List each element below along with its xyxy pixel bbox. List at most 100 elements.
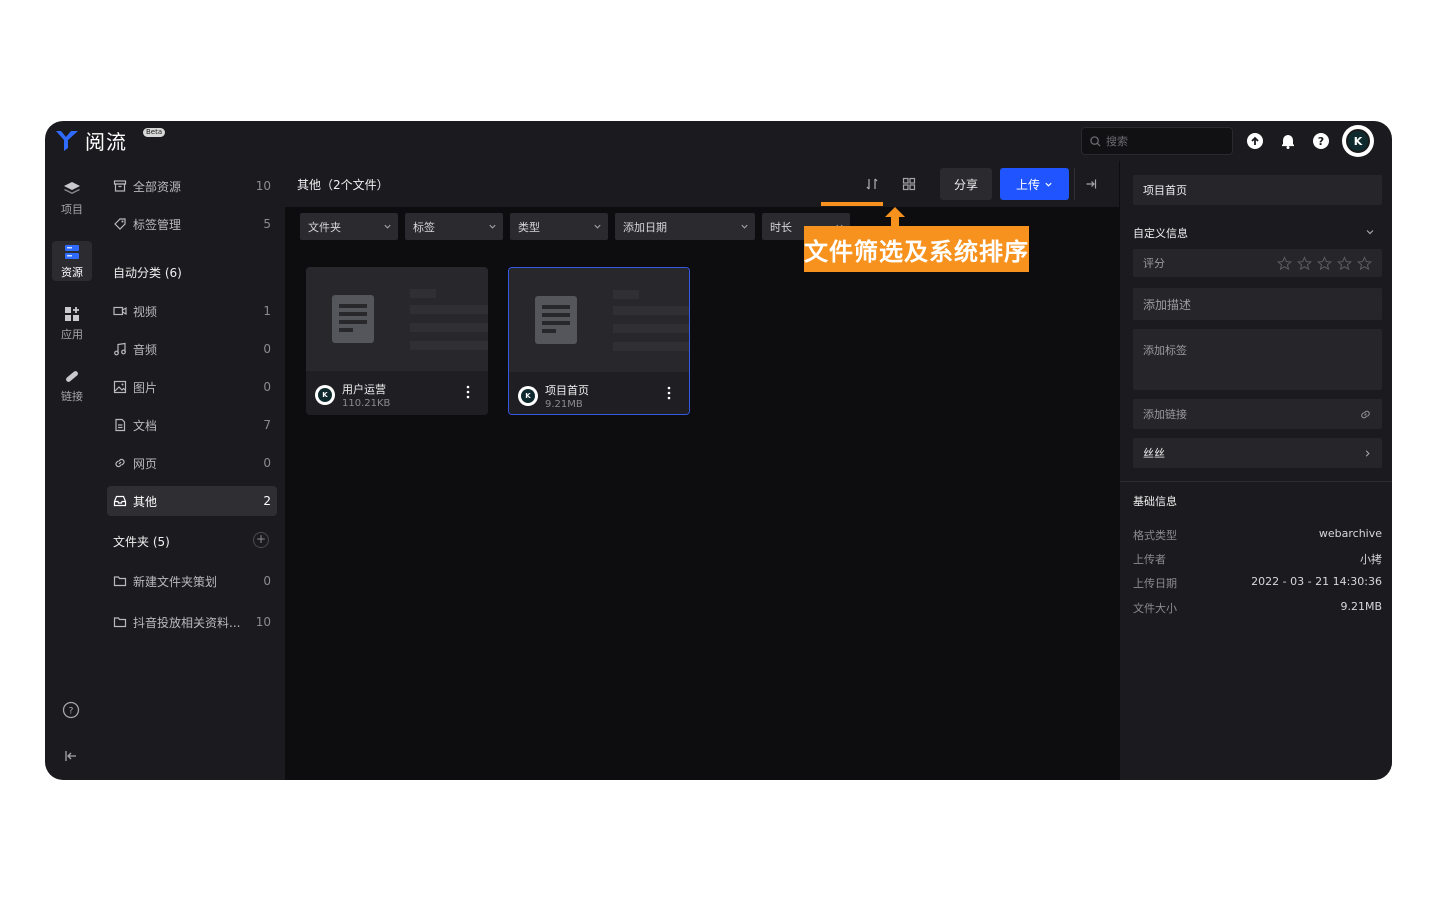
music-icon bbox=[114, 342, 126, 356]
chevron-down-icon[interactable] bbox=[1365, 227, 1375, 237]
beta-badge: Beta bbox=[143, 128, 166, 137]
sidebar-item-all-resources[interactable]: 全部资源 10 bbox=[107, 171, 277, 201]
video-icon bbox=[113, 306, 127, 316]
star-icon[interactable] bbox=[1357, 255, 1372, 271]
help-outline-icon[interactable]: ? bbox=[62, 701, 80, 719]
filter-tag[interactable]: 标签 bbox=[405, 213, 503, 240]
file-name: 项目首页 bbox=[545, 384, 589, 397]
filter-date-added[interactable]: 添加日期 bbox=[615, 213, 755, 240]
file-card[interactable]: K 项目首页 9.21MB bbox=[508, 267, 690, 415]
file-card[interactable]: K 用户运营 110.21KB bbox=[306, 267, 488, 415]
star-icon[interactable] bbox=[1317, 255, 1332, 271]
avatar-letter: K bbox=[318, 388, 332, 402]
info-row-uploader: 上传者 小拷 bbox=[1133, 551, 1382, 567]
rating-stars[interactable] bbox=[1277, 255, 1372, 271]
filter-folder[interactable]: 文件夹 bbox=[300, 213, 398, 240]
sidebar-item-folder[interactable]: 抖音投放相关资料... 10 bbox=[107, 607, 277, 637]
rail-item-resource[interactable]: 资源 bbox=[52, 241, 92, 281]
sort-icon[interactable] bbox=[865, 177, 879, 191]
uploader-avatar: K bbox=[315, 385, 335, 405]
info-key: 上传日期 bbox=[1133, 577, 1177, 590]
tags-field[interactable]: 添加标签 bbox=[1133, 329, 1382, 390]
more-vertical-icon[interactable] bbox=[667, 386, 671, 400]
sidebar-item-webpage[interactable]: 网页 0 bbox=[107, 448, 277, 478]
link-icon[interactable] bbox=[1359, 408, 1372, 421]
info-key: 上传者 bbox=[1133, 553, 1166, 566]
info-value: 2022 - 03 - 21 14:30:36 bbox=[1251, 575, 1382, 588]
add-folder-button[interactable]: + bbox=[253, 532, 269, 548]
user-avatar[interactable]: K bbox=[1342, 125, 1374, 157]
tag-icon bbox=[114, 218, 126, 230]
chevron-down-icon bbox=[741, 224, 748, 229]
inbox-icon bbox=[113, 495, 127, 507]
rail-label-resource: 资源 bbox=[61, 265, 83, 279]
custom-info-heading: 自定义信息 bbox=[1133, 227, 1188, 240]
link-field[interactable]: 添加链接 bbox=[1133, 399, 1382, 429]
svg-text:?: ? bbox=[1318, 135, 1324, 148]
help-icon[interactable]: ? bbox=[1312, 132, 1330, 150]
description-field[interactable]: 添加描述 bbox=[1133, 288, 1382, 320]
sidebar-item-label: 视频 bbox=[133, 304, 158, 319]
sidebar-item-label: 网页 bbox=[133, 456, 158, 471]
filter-label: 标签 bbox=[413, 220, 435, 234]
info-key: 格式类型 bbox=[1133, 529, 1177, 542]
page-title: 其他（2个文件） bbox=[297, 178, 389, 192]
collapse-icon[interactable] bbox=[64, 749, 78, 763]
sidebar-item-document[interactable]: 文档 7 bbox=[107, 410, 277, 440]
apps-icon bbox=[65, 306, 79, 321]
uploader-avatar: K bbox=[518, 386, 538, 406]
search-box[interactable]: 搜索 bbox=[1081, 127, 1233, 155]
link-icon bbox=[66, 370, 78, 382]
rail-label-link: 链接 bbox=[61, 389, 83, 403]
bell-icon[interactable] bbox=[1279, 132, 1297, 150]
filter-type[interactable]: 类型 bbox=[510, 213, 608, 240]
star-icon[interactable] bbox=[1337, 255, 1352, 271]
more-vertical-icon[interactable] bbox=[466, 385, 470, 399]
main-header: 其他（2个文件） 分享 上传 bbox=[285, 161, 1119, 207]
annotation-underline bbox=[821, 202, 883, 206]
star-icon[interactable] bbox=[1277, 255, 1292, 271]
rail-item-apps[interactable]: 应用 bbox=[52, 303, 92, 343]
annotation-label: 文件筛选及系统排序 bbox=[804, 226, 1029, 272]
sidebar-item-tag-management[interactable]: 标签管理 5 bbox=[107, 209, 277, 239]
info-value: 小拷 bbox=[1360, 553, 1382, 566]
document-icon bbox=[115, 418, 126, 432]
sidebar-item-image[interactable]: 图片 0 bbox=[107, 372, 277, 402]
filter-bar: 文件夹 标签 类型 添加日期 时长 bbox=[300, 213, 850, 240]
sidebar-item-audio[interactable]: 音频 0 bbox=[107, 334, 277, 364]
grid-view-icon[interactable] bbox=[902, 177, 916, 191]
rating-field[interactable]: 评分 bbox=[1133, 249, 1382, 277]
rail-item-project[interactable]: 项目 bbox=[52, 178, 92, 218]
resource-icon bbox=[65, 244, 79, 259]
detail-title-field[interactable]: 项目首页 bbox=[1133, 175, 1382, 205]
link-icon bbox=[115, 458, 125, 468]
info-row-upload-date: 上传日期 2022 - 03 - 21 14:30:36 bbox=[1133, 575, 1382, 591]
extra-item-row[interactable]: 丝丝 bbox=[1133, 438, 1382, 468]
sidebar-item-folder[interactable]: 新建文件夹策划 0 bbox=[107, 566, 277, 596]
sidebar-item-label: 音频 bbox=[133, 342, 158, 357]
sidebar-item-label: 全部资源 bbox=[133, 179, 182, 194]
upload-label: 上传 bbox=[1015, 177, 1040, 192]
detail-panel: 项目首页 自定义信息 评分 添加描述 添加标签 添加链接 丝丝 基础信息 格式类… bbox=[1119, 161, 1392, 780]
star-icon[interactable] bbox=[1297, 255, 1312, 271]
expand-panel-icon[interactable] bbox=[1085, 178, 1097, 190]
chevron-down-icon bbox=[594, 224, 601, 229]
sidebar-item-count: 10 bbox=[255, 179, 271, 193]
upload-circle-icon[interactable] bbox=[1246, 132, 1264, 150]
sidebar-item-label: 抖音投放相关资料... bbox=[133, 615, 241, 630]
upload-button[interactable]: 上传 bbox=[1000, 168, 1069, 200]
avatar-letter: K bbox=[521, 389, 535, 403]
folder-heading: 文件夹 (5) bbox=[113, 535, 170, 549]
rail-item-link[interactable]: 链接 bbox=[52, 365, 92, 405]
sidebar-item-other[interactable]: 其他 2 bbox=[107, 486, 277, 516]
sidebar-item-video[interactable]: 视频 1 bbox=[107, 296, 277, 326]
filter-label: 文件夹 bbox=[308, 220, 341, 234]
info-key: 文件大小 bbox=[1133, 602, 1177, 615]
folder-icon bbox=[113, 576, 127, 587]
file-thumbnail bbox=[306, 267, 488, 371]
share-button[interactable]: 分享 bbox=[940, 168, 992, 200]
sidebar-item-label: 文档 bbox=[133, 418, 158, 433]
filter-label: 类型 bbox=[518, 220, 540, 234]
app-logo[interactable]: 阅流 Beta bbox=[55, 126, 166, 155]
chevron-down-icon bbox=[1045, 182, 1052, 187]
